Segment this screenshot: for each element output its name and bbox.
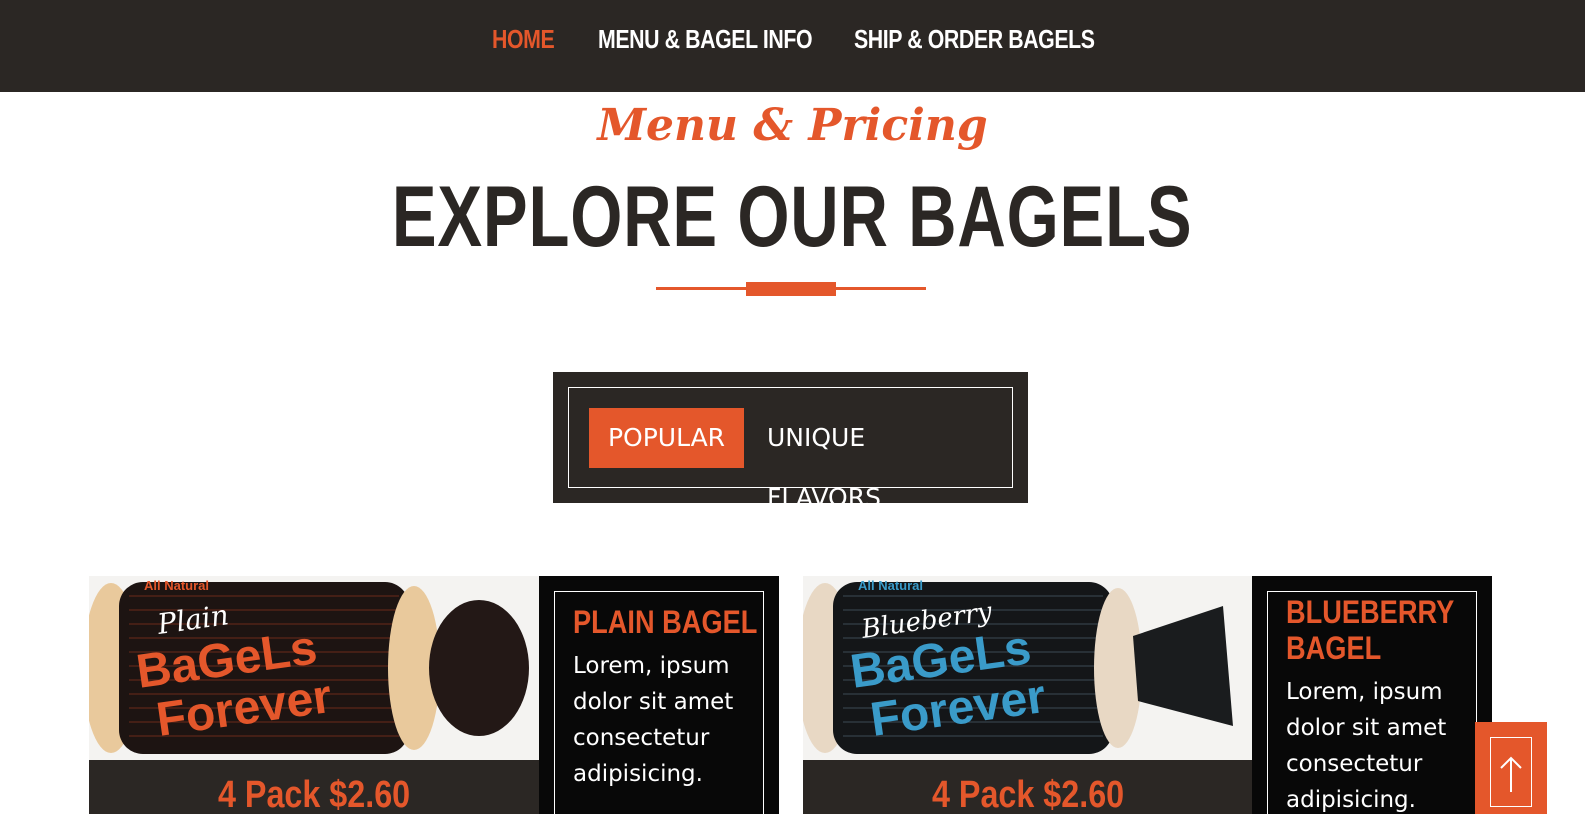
bag-header-text: All Natural (144, 578, 209, 593)
product-description-frame: BLUEBERRY BAGEL Lorem, ipsum dolor sit a… (1267, 591, 1477, 814)
product-description-card: PLAIN BAGEL Lorem, ipsum dolor sit amet … (539, 576, 779, 814)
back-to-top-button[interactable] (1475, 722, 1547, 814)
title-divider-accent (746, 282, 836, 296)
back-to-top-frame (1490, 737, 1532, 807)
nav-link-ship-order-bagels[interactable]: SHIP & ORDER BAGELS (854, 24, 1095, 55)
section-title: EXPLORE OUR BAGELS (0, 168, 1585, 267)
top-navbar: HOME MENU & BAGEL INFO SHIP & ORDER BAGE… (0, 0, 1585, 92)
product-price-bar: 4 Pack $2.60 (803, 760, 1253, 814)
nav-link-menu-bagel-info[interactable]: MENU & BAGEL INFO (598, 24, 813, 55)
product-image-plain: All Natural Plain BaGeLs Forever (89, 576, 539, 760)
product-name: BLUEBERRY BAGEL (1286, 594, 1454, 666)
product-description-frame: PLAIN BAGEL Lorem, ipsum dolor sit amet … (554, 591, 764, 814)
menu-tabs: POPULAR UNIQUE FLAVORS (553, 372, 1028, 512)
plain-bag-illustration: All Natural Plain BaGeLs Forever (89, 576, 539, 760)
nav-link-home[interactable]: HOME (492, 24, 555, 55)
section-title-text: EXPLORE OUR BAGELS (392, 169, 1193, 265)
tab-unique-flavors[interactable]: UNIQUE FLAVORS (767, 408, 987, 512)
product-description: Lorem, ipsum dolor sit amet consectetur … (573, 653, 734, 787)
product-name: PLAIN BAGEL (573, 604, 758, 640)
product-price: 4 Pack $2.60 (931, 774, 1125, 814)
product-description: Lorem, ipsum dolor sit amet consectetur … (1286, 679, 1447, 813)
menu-tabs-frame: POPULAR UNIQUE FLAVORS (568, 387, 1013, 512)
product-description-card: BLUEBERRY BAGEL Lorem, ipsum dolor sit a… (1252, 576, 1492, 814)
tab-popular[interactable]: POPULAR (589, 408, 744, 468)
product-price-bar: 4 Pack $2.60 (89, 760, 539, 814)
section-script-title: Menu & Pricing (597, 100, 988, 151)
product-price: 4 Pack $2.60 (217, 774, 411, 814)
bag-header-text: All Natural (858, 578, 923, 593)
blueberry-bag-illustration: All Natural Blueberry BaGeLs Forever (803, 576, 1253, 760)
arrow-up-icon (1500, 756, 1522, 792)
product-image-blueberry: All Natural Blueberry BaGeLs Forever (803, 576, 1253, 760)
